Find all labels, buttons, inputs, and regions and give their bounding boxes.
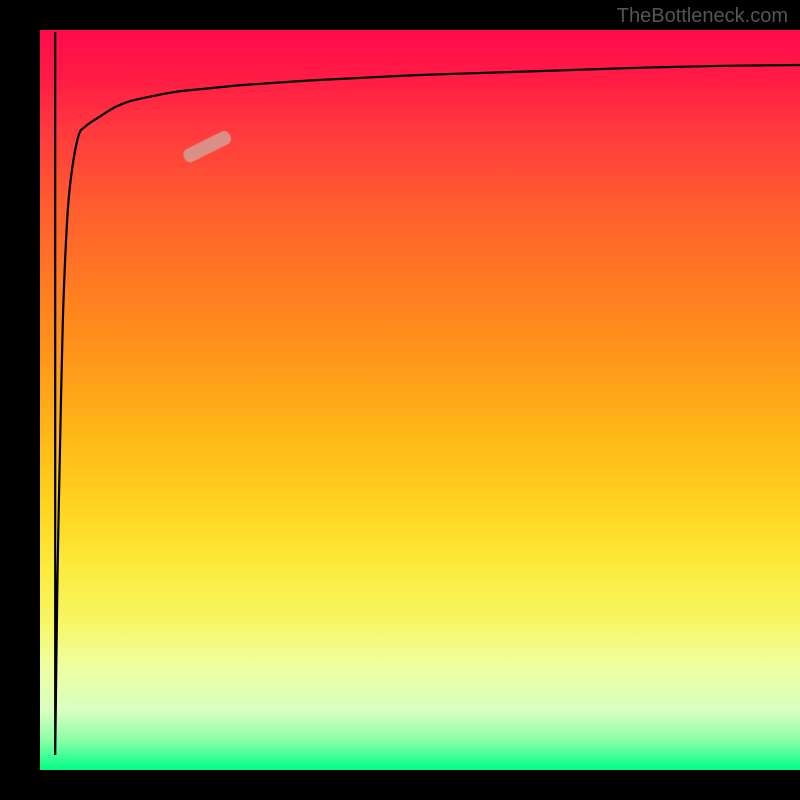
attribution-text: TheBottleneck.com xyxy=(617,5,788,28)
plot-area xyxy=(40,30,800,770)
curve-marker xyxy=(181,129,233,164)
bottleneck-curve xyxy=(55,32,800,755)
curve-svg xyxy=(40,30,800,770)
